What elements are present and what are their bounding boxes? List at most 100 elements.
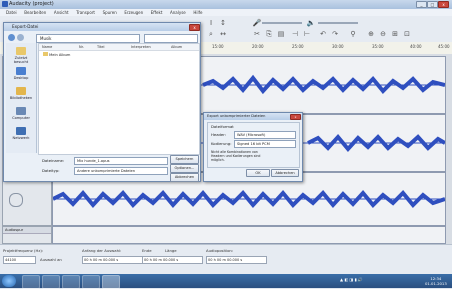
cut-icon[interactable]: ✂ (252, 30, 262, 38)
filename-input[interactable]: Mix hunde_1.opus (74, 157, 168, 165)
redo-icon[interactable]: ↷ (330, 30, 340, 38)
uncompressed-options-dialog: Export unkomprimierter Dateien x Dateifo… (203, 112, 303, 182)
nav-computer[interactable]: Computer (8, 107, 34, 120)
header-label: Header: (211, 132, 227, 137)
window-title: Audacity (project) (9, 1, 54, 7)
encoding-label: Kodierung: (211, 141, 232, 146)
library-icon (16, 87, 26, 95)
nav-desktop[interactable]: Desktop (8, 67, 34, 80)
ok-button[interactable]: OK (246, 169, 270, 177)
zoom-tool-icon[interactable]: ⌕ (206, 30, 216, 38)
dialog-close-button[interactable]: x (189, 24, 200, 31)
close-button[interactable]: x (438, 1, 449, 8)
options-close-button[interactable]: x (290, 114, 301, 120)
playback-volume-slider[interactable] (318, 22, 358, 24)
nav-label: Computer (12, 116, 30, 120)
dialog-title: Export-Datei (12, 24, 39, 29)
timeline-tick: 40:00 (410, 44, 422, 49)
menu-analyze[interactable]: Analyse (170, 10, 186, 15)
menu-view[interactable]: Ansicht (54, 10, 69, 15)
timeshift-tool-icon[interactable]: ↔ (218, 30, 228, 38)
zoom-in-icon[interactable]: ⊕ (366, 30, 376, 38)
back-arrow-icon[interactable] (8, 34, 15, 41)
minimize-button[interactable]: _ (416, 1, 427, 8)
save-button[interactable]: Speichern (170, 155, 199, 164)
nav-libraries[interactable]: Bibliotheken (8, 87, 34, 100)
pan-knob-icon[interactable] (9, 193, 23, 207)
menu-edit[interactable]: Bearbeiten (24, 10, 46, 15)
taskbar-audacity-icon[interactable] (102, 275, 120, 289)
cancel-button[interactable]: Abbrechen (170, 173, 199, 182)
start-button[interactable] (2, 275, 16, 287)
selection-end-field[interactable]: 00 h 00 m 00.000 s (142, 256, 203, 264)
menu-tracks[interactable]: Spuren (103, 10, 117, 15)
menu-generate[interactable]: Erzeugen (124, 10, 143, 15)
audio-position-field[interactable]: 00 h 00 m 00.000 s (206, 256, 267, 264)
length-radio-label[interactable]: Länge (165, 248, 177, 253)
filename-label: Dateiname: (42, 158, 65, 163)
select-tool-icon[interactable]: I (206, 19, 216, 27)
waveform-track-4[interactable] (52, 226, 446, 244)
zoom-out-icon[interactable]: ⊖ (378, 30, 388, 38)
fit-selection-icon[interactable]: ⊞ (390, 30, 400, 38)
column-header[interactable]: Titel (97, 45, 105, 49)
desktop-icon (16, 67, 26, 75)
end-radio-label[interactable]: Ende (142, 248, 152, 253)
menu-effect[interactable]: Effekt (151, 10, 163, 15)
menu-transport[interactable]: Transport (76, 10, 95, 15)
trim-icon[interactable]: ⊣ (290, 30, 300, 38)
sync-lock-icon[interactable]: ⚲ (348, 30, 358, 38)
nav-label: Desktop (13, 76, 29, 80)
snap-label: Auswahl an (40, 257, 62, 262)
options-button[interactable]: Optionen... (170, 164, 199, 173)
options-cancel-button[interactable]: Abbrechen (271, 169, 299, 177)
dialog-title-bar: Export-Datei x (4, 23, 200, 31)
paste-icon[interactable]: ▤ (276, 30, 286, 38)
column-header[interactable]: Name (42, 45, 52, 49)
nav-recent-places[interactable]: Zuletzt besucht (8, 47, 34, 64)
undo-icon[interactable]: ↶ (318, 30, 328, 38)
list-item[interactable]: Mein Album (43, 52, 70, 57)
column-header[interactable]: Album (171, 45, 182, 49)
selection-start-label: Anfang der Auswahl: (82, 248, 122, 253)
timeline-tick: 35:00 (372, 44, 384, 49)
envelope-tool-icon[interactable]: ↕ (218, 19, 228, 27)
header-select[interactable]: WAV (Microsoft) (234, 131, 296, 139)
record-volume-slider[interactable] (262, 22, 302, 24)
taskbar-firefox-icon[interactable] (62, 275, 80, 289)
copy-icon[interactable]: ⎘ (264, 30, 274, 38)
project-rate-select[interactable]: 44100 (3, 256, 36, 264)
forward-arrow-icon[interactable] (17, 34, 24, 41)
system-tray-icons[interactable]: ▲ ◧ ◨ ▮ 🔊 (340, 277, 363, 282)
selection-start-field[interactable]: 00 h 00 m 00.000 s (82, 256, 143, 264)
encoding-select[interactable]: Signed 16 bit PCM (234, 140, 296, 148)
column-header[interactable]: Nr. (79, 45, 84, 49)
list-item-name: Mein Album (49, 53, 71, 57)
track-control-panel[interactable]: Audiospur (2, 226, 52, 244)
microphone-icon: 🎤 (252, 19, 262, 27)
menu-file[interactable]: Datei (6, 10, 17, 15)
timeline-tick: 25:00 (292, 44, 304, 49)
address-bar[interactable]: Musik (36, 34, 140, 43)
audio-position-label: Audioposition: (206, 248, 234, 253)
options-note: Nicht alle Kombinationen von Headern und… (211, 150, 261, 162)
silence-icon[interactable]: ⊢ (302, 30, 312, 38)
track-name[interactable]: Audiospur (3, 227, 51, 234)
search-input[interactable] (144, 34, 198, 43)
column-header[interactable]: Interpreten (131, 45, 151, 49)
maximize-button[interactable]: □ (427, 1, 438, 8)
nav-network[interactable]: Netzwerk (8, 127, 34, 140)
clock-date: 01.01.2013 (425, 281, 447, 286)
taskbar-skype-icon[interactable] (82, 275, 100, 289)
menu-help[interactable]: Hilfe (193, 10, 202, 15)
group-label: Dateiformat (211, 124, 234, 129)
fit-project-icon[interactable]: ⊡ (402, 30, 412, 38)
file-list: Name Nr. Titel Interpreten Album Mein Al… (38, 43, 200, 155)
export-file-dialog: Export-Datei x Musik Zuletzt besucht Des… (3, 22, 201, 182)
audacity-app-icon (2, 1, 8, 7)
taskbar-media-icon[interactable] (42, 275, 60, 289)
taskbar-explorer-icon[interactable] (22, 275, 40, 289)
taskbar-clock[interactable]: 12:34 01.01.2013 (425, 276, 447, 286)
filetype-select[interactable]: Andere unkomprimierte Dateien (74, 167, 168, 175)
address-path: Musik (40, 36, 52, 41)
